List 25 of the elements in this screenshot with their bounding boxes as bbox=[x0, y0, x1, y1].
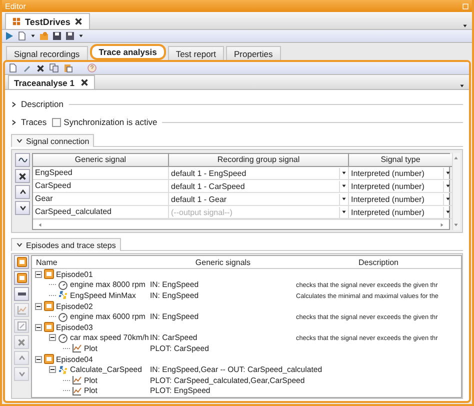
column-header[interactable]: Recording group signal bbox=[169, 154, 349, 167]
table-cell: CarSpeed_calculated bbox=[33, 206, 169, 219]
signal-connection-toggle[interactable]: Signal connection bbox=[11, 134, 94, 147]
table-cell: Gear bbox=[33, 193, 169, 206]
column-header[interactable]: Description bbox=[296, 256, 461, 268]
recording-signal-combo[interactable]: default 1 - Gear bbox=[169, 193, 349, 206]
document-tab[interactable]: TestDrives bbox=[5, 13, 90, 29]
description-section-toggle[interactable]: Description bbox=[11, 99, 64, 109]
traces-section-toggle[interactable]: Traces bbox=[11, 117, 47, 127]
episodes-toggle[interactable]: Episodes and trace steps bbox=[11, 238, 121, 251]
column-header[interactable]: Name bbox=[32, 256, 150, 268]
tab[interactable]: Properties bbox=[226, 46, 281, 60]
analysis-tab[interactable]: Traceanalyse 1 bbox=[8, 75, 94, 89]
window-title: Editor bbox=[5, 2, 26, 10]
column-header[interactable]: Generic signal bbox=[33, 154, 169, 167]
recording-signal-combo[interactable]: default 1 - EngSpeed bbox=[169, 167, 349, 180]
tab[interactable]: Signal recordings bbox=[6, 46, 88, 60]
sync-checkbox[interactable]: Synchronization is active bbox=[52, 117, 158, 127]
column-header[interactable]: Generic signals bbox=[150, 256, 296, 268]
tab[interactable]: Test report bbox=[168, 46, 224, 60]
tab[interactable]: Trace analysis bbox=[90, 44, 166, 60]
column-header[interactable]: Signal type bbox=[349, 154, 453, 167]
recording-signal-combo[interactable]: default 1 - CarSpeed bbox=[169, 180, 349, 193]
table-cell: EngSpeed bbox=[33, 167, 169, 180]
table-cell: CarSpeed bbox=[33, 180, 169, 193]
